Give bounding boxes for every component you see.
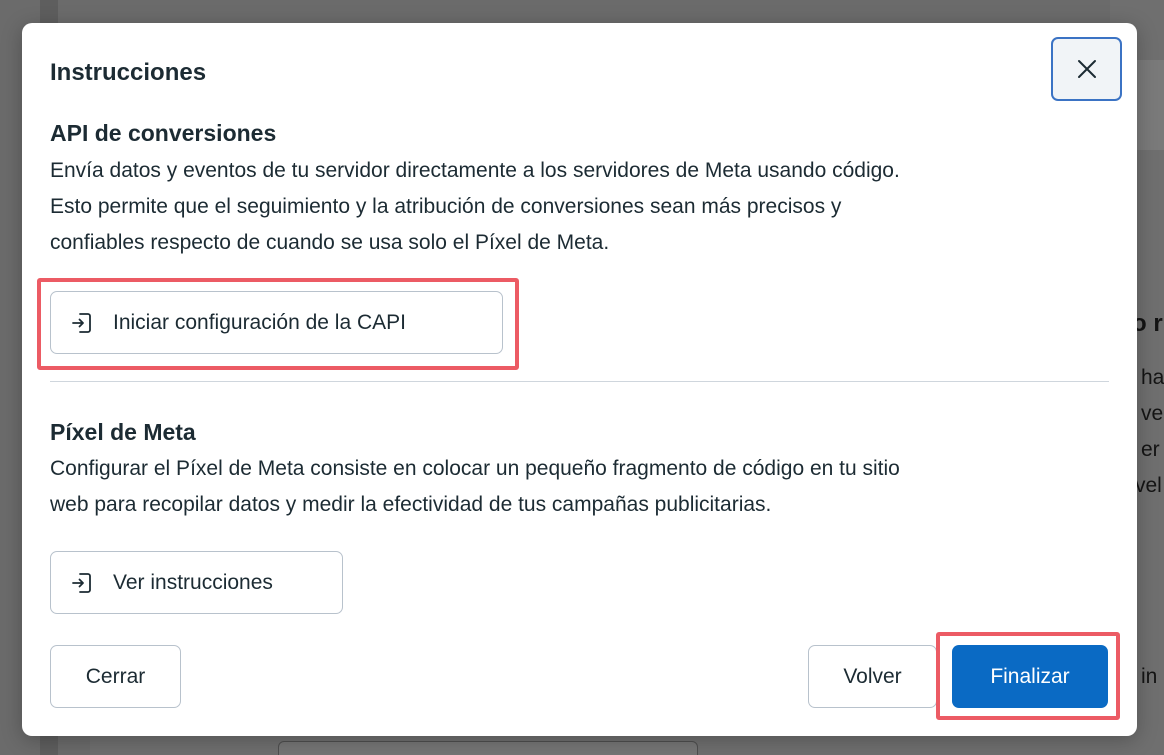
capi-description-line: Esto permite que el seguimiento y la atr…	[50, 195, 842, 218]
capi-section-description: Envía datos y eventos de tu servidor dir…	[50, 153, 1110, 261]
dialog-title: Instrucciones	[50, 59, 207, 86]
pixel-section-description: Configurar el Píxel de Meta consiste en …	[50, 451, 1110, 523]
sign-in-icon	[69, 310, 95, 336]
background-input	[278, 741, 698, 755]
pixel-section-title: Píxel de Meta	[50, 419, 196, 445]
pixel-description-line: web para recopilar datos y medir la efec…	[50, 493, 772, 516]
capi-description-line: Envía datos y eventos de tu servidor dir…	[50, 159, 900, 182]
close-button[interactable]	[1051, 37, 1122, 101]
section-divider	[50, 381, 1109, 382]
capi-section-title: API de conversiones	[50, 120, 277, 146]
view-instructions-label: Ver instrucciones	[113, 570, 273, 594]
finish-button[interactable]: Finalizar	[952, 645, 1108, 708]
background-fragment-text: er	[1141, 438, 1160, 461]
start-capi-setup-button[interactable]: Iniciar configuración de la CAPI	[50, 291, 503, 354]
background-fragment-text: vel	[1135, 474, 1162, 497]
instructions-dialog: Instrucciones API de conversiones Envía …	[22, 23, 1137, 736]
start-capi-setup-label: Iniciar configuración de la CAPI	[113, 310, 406, 334]
capi-description-line: confiables respecto de cuando se usa sol…	[50, 231, 610, 254]
pixel-description-line: Configurar el Píxel de Meta consiste en …	[50, 457, 900, 480]
cerrar-button[interactable]: Cerrar	[50, 645, 181, 708]
close-icon	[1077, 60, 1096, 78]
background-fragment-text: ve	[1141, 402, 1164, 425]
view-instructions-button[interactable]: Ver instrucciones	[50, 551, 343, 614]
background-fragment-text: ha	[1141, 366, 1164, 389]
back-button[interactable]: Volver	[808, 645, 937, 708]
background-fragment-text: in	[1141, 665, 1158, 688]
sign-in-icon	[69, 570, 95, 596]
